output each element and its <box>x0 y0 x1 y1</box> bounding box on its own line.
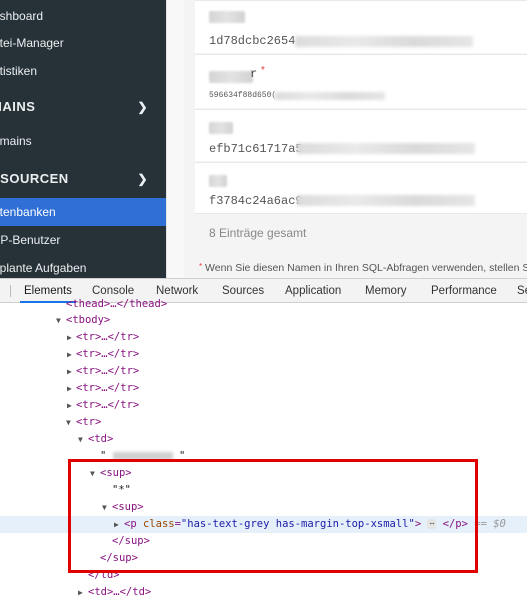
sidebar-item-ftp-users[interactable]: TP-Benutzer <box>0 226 166 254</box>
collapse-arrow-icon[interactable]: ▼ <box>66 414 71 431</box>
redacted-hash <box>275 92 385 100</box>
dom-node-tr[interactable]: ▶ <tr>…</tr> <box>0 380 527 397</box>
expand-arrow-icon[interactable]: ▶ <box>67 363 72 380</box>
expand-arrow-icon[interactable]: ▶ <box>67 329 72 346</box>
sidebar-item-file-manager[interactable]: atei-Manager <box>0 29 166 57</box>
chevron-down-icon: ❯ <box>137 172 148 186</box>
sidebar-item-dashboard[interactable]: ashboard <box>0 2 166 30</box>
dom-node-tr-open[interactable]: ▼ <tr> <box>0 414 527 431</box>
hash-value: 596634f88d650( <box>209 91 277 100</box>
name-suffix: r <box>250 67 258 81</box>
dom-node-tbody[interactable]: ▼ <tbody> <box>0 312 527 329</box>
redacted-hash <box>297 195 475 206</box>
dom-node-tr[interactable]: ▶ <tr>…</tr> <box>0 329 527 346</box>
main-content: 1d78dcbc2654 r * 596634f88d650( efb71c61… <box>195 0 527 278</box>
hash-value: efb71c61717a5 <box>209 142 303 156</box>
redacted-name <box>209 175 227 187</box>
collapse-arrow-icon[interactable]: ▼ <box>56 312 61 329</box>
highlight-box <box>68 459 478 573</box>
table-row[interactable]: 1d78dcbc2654 <box>195 0 527 53</box>
sidebar-item-domains[interactable]: omains <box>0 127 166 155</box>
dom-node-thead[interactable]: <thead>…</thead> <box>0 296 527 313</box>
footnote-star: * <box>199 262 203 271</box>
sidebar-item-databases[interactable]: atenbanken <box>0 198 166 226</box>
expand-arrow-icon[interactable]: ▶ <box>67 346 72 363</box>
redacted-name <box>209 122 233 134</box>
footnote: * Wenn Sie diesen Namen in Ihren SQL-Abf… <box>199 262 527 274</box>
dom-node-td[interactable]: ▶ <td>…</td> <box>0 584 527 600</box>
required-mark: * <box>261 65 265 76</box>
dom-node-tr[interactable]: ▶ <tr>…</tr> <box>0 346 527 363</box>
hash-value: 1d78dcbc2654 <box>209 34 296 48</box>
expand-arrow-icon[interactable]: ▶ <box>67 380 72 397</box>
redacted-name <box>209 11 245 23</box>
footnote-text: Wenn Sie diesen Namen in Ihren SQL-Abfra… <box>205 262 527 274</box>
table-row[interactable]: f3784c24a6ac9 <box>195 162 527 214</box>
sidebar: ashboard atei-Manager atistiken MAINS ❯ … <box>0 0 166 278</box>
collapse-arrow-icon[interactable]: ▼ <box>78 431 83 448</box>
sidebar-section-resources[interactable]: SSOURCEN ❯ <box>0 163 166 195</box>
sidebar-item-scheduled-tasks[interactable]: eplante Aufgaben <box>0 254 166 278</box>
hash-value: f3784c24a6ac9 <box>209 194 303 208</box>
expand-arrow-icon[interactable]: ▶ <box>67 397 72 414</box>
scrollbar[interactable] <box>166 0 184 278</box>
expand-arrow-icon[interactable]: ▶ <box>78 584 83 600</box>
table-row[interactable]: efb71c61717a5 <box>195 109 527 161</box>
table-row[interactable]: r * 596634f88d650( <box>195 54 527 108</box>
dom-node-tr[interactable]: ▶ <tr>…</tr> <box>0 363 527 380</box>
chevron-down-icon: ❯ <box>137 100 148 114</box>
app-window: ashboard atei-Manager atistiken MAINS ❯ … <box>0 0 527 278</box>
dom-node-td-open[interactable]: ▼ <td> <box>0 431 527 448</box>
redacted-hash <box>297 143 475 154</box>
redacted-hash <box>295 36 473 47</box>
sidebar-section-domains[interactable]: MAINS ❯ <box>0 91 166 123</box>
redacted-name <box>209 71 253 83</box>
entries-count: 8 Einträge gesamt <box>209 226 307 240</box>
dom-node-tr[interactable]: ▶ <tr>…</tr> <box>0 397 527 414</box>
sidebar-item-statistics[interactable]: atistiken <box>0 57 166 85</box>
